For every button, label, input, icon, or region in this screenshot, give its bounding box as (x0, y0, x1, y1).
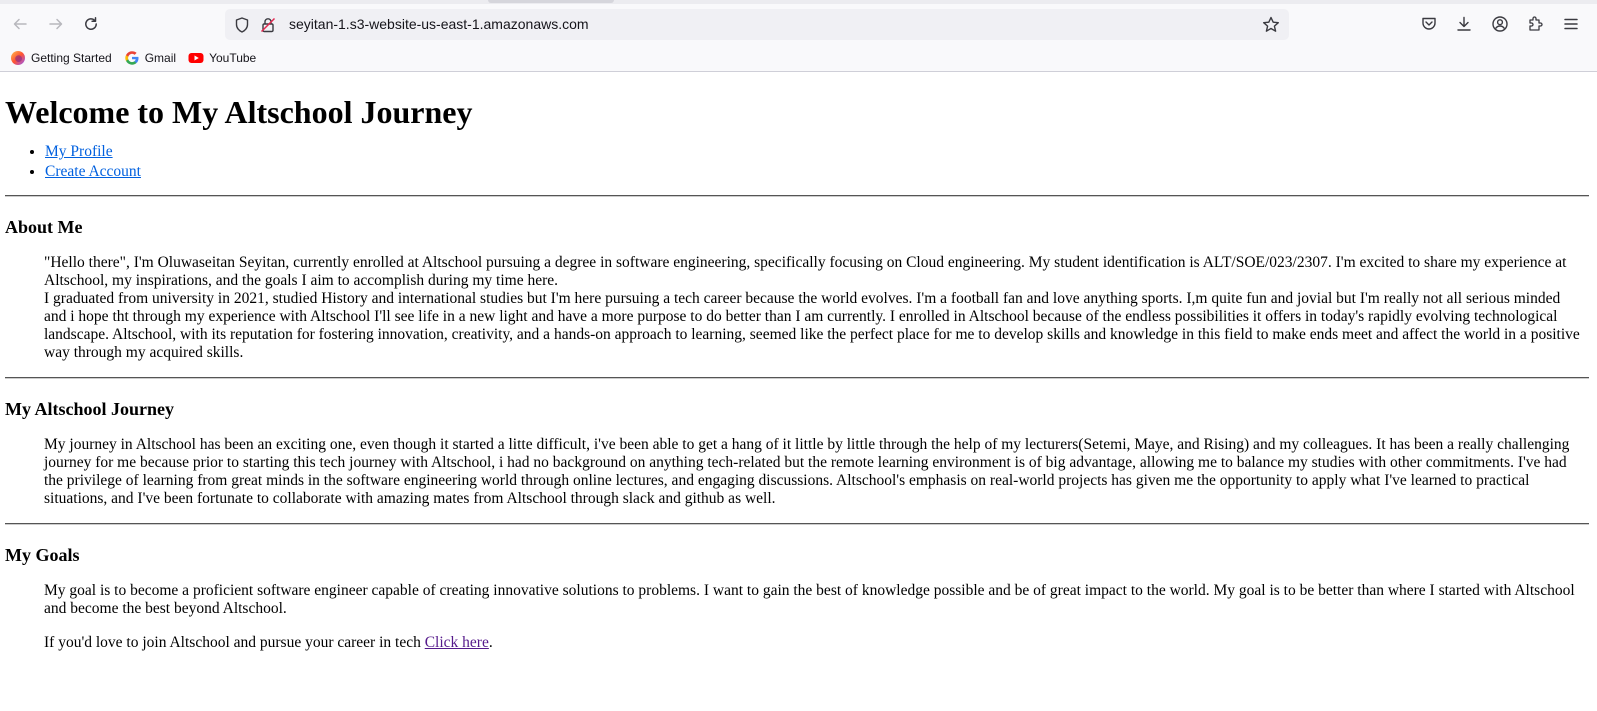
account-button[interactable] (1489, 13, 1511, 35)
divider (5, 523, 1589, 525)
reload-button[interactable] (78, 11, 104, 37)
shield-icon[interactable] (233, 16, 251, 34)
about-paragraph-2: I graduated from university in 2021, stu… (44, 290, 1580, 361)
menu-button[interactable] (1560, 13, 1582, 35)
extensions-button[interactable] (1524, 13, 1546, 35)
arrow-right-icon (49, 18, 63, 30)
goals-paragraph-1: My goal is to become a proficient softwa… (44, 582, 1575, 617)
about-heading: About Me (5, 217, 83, 237)
nav-item-create-account: Create Account (45, 162, 1589, 182)
bookmark-youtube[interactable]: YouTube (188, 50, 256, 66)
address-bar[interactable]: seyitan-1.s3-website-us-east-1.amazonaws… (225, 9, 1289, 40)
bookmarks-toolbar: Getting Started Gmail YouTube (0, 47, 260, 69)
journey-heading: My Altschool Journey (5, 399, 174, 419)
insecure-lock-icon[interactable] (259, 16, 277, 34)
tab-strip (0, 0, 1597, 4)
star-icon[interactable] (1261, 15, 1281, 35)
download-icon (1457, 16, 1471, 31)
my-profile-link[interactable]: My Profile (45, 143, 113, 160)
puzzle-icon (1529, 16, 1543, 31)
youtube-icon (188, 53, 204, 63)
click-here-link[interactable]: Click here (425, 634, 489, 651)
firefox-icon (11, 51, 25, 65)
divider (5, 195, 1589, 197)
goals-paragraph-2: If you'd love to join Altschool and purs… (44, 634, 1584, 652)
downloads-button[interactable] (1453, 13, 1475, 35)
page-title: Welcome to My Altschool Journey (5, 94, 473, 130)
bookmark-label: Getting Started (31, 51, 112, 65)
about-body: "Hello there", I'm Oluwaseitan Seyitan, … (44, 254, 1589, 362)
forward-button[interactable] (43, 11, 69, 37)
journey-body: My journey in Altschool has been an exci… (44, 436, 1589, 508)
bookmark-label: YouTube (209, 51, 257, 65)
pocket-button[interactable] (1418, 13, 1440, 35)
goals-body: My goal is to become a proficient softwa… (44, 582, 1589, 652)
divider (5, 377, 1589, 379)
pocket-icon (1422, 17, 1436, 30)
goals-cta-suffix: . (488, 634, 493, 651)
goals-heading: My Goals (5, 545, 80, 565)
bookmark-getting-started[interactable]: Getting Started (10, 50, 112, 66)
journey-paragraph: My journey in Altschool has been an exci… (44, 436, 1570, 507)
google-icon (125, 51, 139, 65)
browser-chrome: seyitan-1.s3-website-us-east-1.amazonaws… (0, 0, 1597, 72)
account-icon (1492, 16, 1508, 32)
nav-item-my-profile: My Profile (45, 142, 1589, 162)
arrow-left-icon (13, 18, 27, 30)
reload-icon (85, 17, 97, 30)
create-account-link[interactable]: Create Account (45, 163, 141, 180)
back-button[interactable] (7, 11, 33, 37)
goals-cta-prefix: If you'd love to join Altschool and purs… (44, 634, 425, 651)
about-paragraph-1: "Hello there", I'm Oluwaseitan Seyitan, … (44, 254, 1567, 289)
page-content: Welcome to My Altschool Journey My Profi… (0, 72, 1597, 711)
bookmark-gmail[interactable]: Gmail (124, 50, 176, 66)
nav-list: My Profile Create Account (5, 142, 1589, 182)
active-tab-indicator[interactable] (488, 0, 614, 3)
url-text[interactable]: seyitan-1.s3-website-us-east-1.amazonaws… (289, 16, 589, 32)
bookmark-label: Gmail (144, 51, 177, 65)
hamburger-menu-icon (1564, 18, 1578, 30)
